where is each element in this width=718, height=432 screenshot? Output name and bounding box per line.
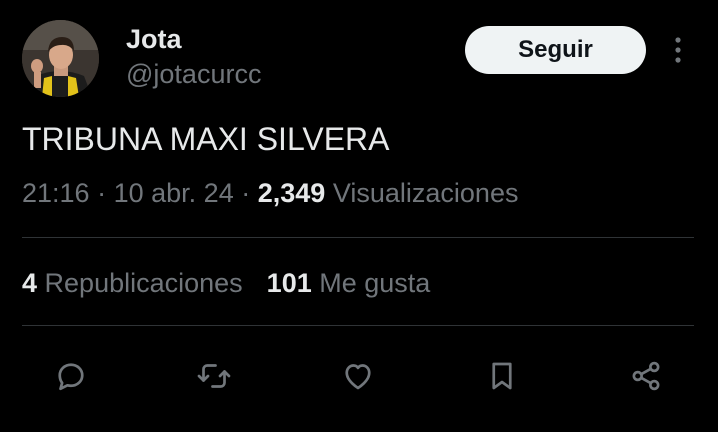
repost-icon [197,364,231,388]
repost-button[interactable] [194,356,234,396]
reply-icon [58,363,84,391]
follow-button[interactable]: Seguir [465,26,646,74]
author-name[interactable]: Jota [126,24,182,54]
meta-separator: · [241,178,251,208]
reposts-stat[interactable]: 4 Republicaciones [22,268,243,298]
bookmark-icon [492,362,512,390]
likes-label: Me gusta [319,268,431,298]
bookmark-button[interactable] [482,356,522,396]
author-handle[interactable]: @jotacurcc [126,59,261,89]
likes-stat[interactable]: 101 Me gusta [267,268,431,298]
like-button[interactable] [338,356,378,396]
tweet-date[interactable]: 10 abr. 24 [114,178,234,208]
share-icon [632,361,660,391]
tweet-meta: 21:16 · 10 abr. 24 · 2,349 Visualizacion… [22,176,518,210]
like-icon [345,364,371,390]
reposts-label: Republicaciones [44,268,243,298]
avatar[interactable] [22,20,99,97]
avatar-image [22,20,99,97]
tweet-time[interactable]: 21:16 [22,178,90,208]
more-options-icon[interactable] [668,34,688,66]
reposts-count: 4 [22,268,38,298]
meta-separator: · [97,178,107,208]
views-label: Visualizaciones [332,178,519,208]
divider [22,325,694,326]
views-count: 2,349 [257,178,326,208]
tweet-text: TRIBUNA MAXI SILVERA [22,121,390,157]
divider [22,237,694,238]
engagement-stats: 4 Republicaciones 101 Me gusta [22,266,430,300]
share-button[interactable] [626,356,666,396]
reply-button[interactable] [51,356,91,396]
likes-count: 101 [266,268,312,298]
